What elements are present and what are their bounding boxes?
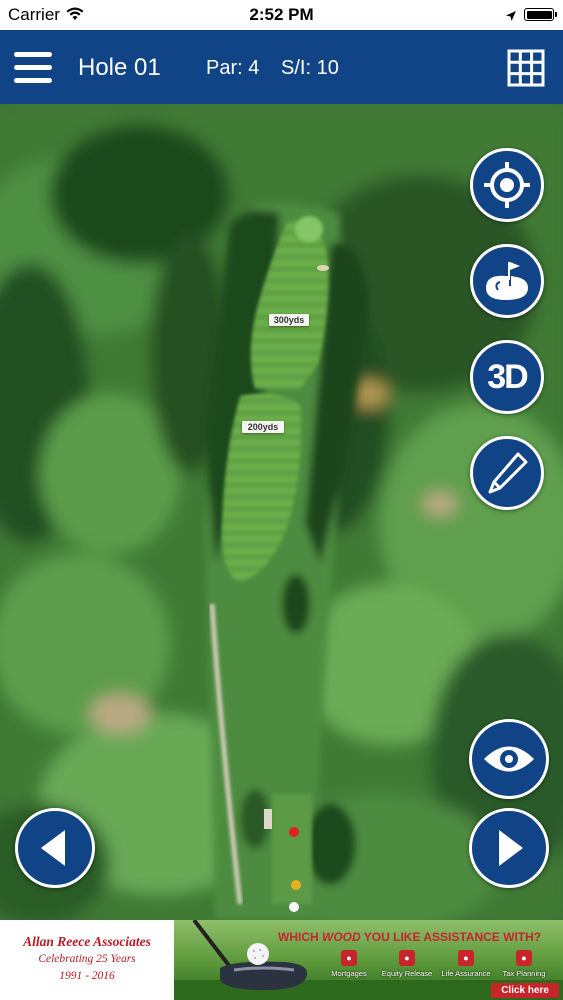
location-arrow-icon — [505, 7, 517, 27]
share-icon: ● — [399, 950, 415, 966]
ad-service-tax-planning: ● Tax Planning — [493, 950, 555, 978]
ad-click-here-button[interactable]: Click here — [491, 983, 559, 998]
green-flag-icon — [486, 262, 528, 300]
ad-headline: WHICH WOOD YOU LIKE ASSISTANCE WITH? — [278, 930, 542, 944]
scorecard-grid-button[interactable] — [507, 49, 545, 87]
yardage-marker-200: 200yds — [242, 421, 284, 433]
ad-company-name: Allan Reece Associates — [23, 934, 151, 949]
ad-service-equity-release: ● Equity Release — [376, 950, 438, 978]
status-bar: Carrier 2:52 PM — [0, 0, 563, 30]
menu-icon — [14, 52, 52, 57]
hole-title: Hole 01 — [78, 54, 161, 81]
par-label: Par: 4 — [206, 57, 260, 79]
locate-button[interactable] — [470, 148, 544, 222]
hole-map[interactable]: 300yds 200yds 3D — [0, 104, 563, 920]
ad-banner[interactable]: Allan Reece Associates Celebrating 25 Ye… — [0, 920, 563, 1000]
eye-icon — [484, 746, 534, 772]
clock: 2:52 PM — [249, 5, 314, 24]
ad-tagline: Celebrating 25 Years — [38, 953, 136, 965]
green-view-button[interactable] — [470, 244, 544, 318]
share-icon: ● — [516, 950, 532, 966]
draw-button[interactable] — [470, 436, 544, 510]
yardage-marker-300: 300yds — [269, 314, 309, 326]
stroke-index-label: S/I: 10 — [281, 57, 339, 79]
ad-service-life-assurance: ● Life Assurance — [435, 950, 497, 978]
prev-arrow-icon — [41, 830, 65, 866]
view-toggle-button[interactable] — [469, 719, 549, 799]
share-icon: ● — [458, 950, 474, 966]
next-arrow-icon — [499, 830, 523, 866]
ad-years: 1991 - 2016 — [59, 970, 115, 982]
grid-icon — [507, 49, 545, 87]
battery-icon — [524, 8, 557, 21]
3d-view-button[interactable]: 3D — [470, 340, 544, 414]
ad-company-panel: Allan Reece Associates Celebrating 25 Ye… — [0, 920, 174, 1000]
3d-view-label: 3D — [487, 357, 528, 396]
aerial-course-image — [0, 104, 563, 920]
next-hole-button[interactable] — [469, 808, 549, 888]
ad-image-panel: WHICH WOOD YOU LIKE ASSISTANCE WITH? ● M… — [174, 920, 563, 1000]
locate-icon — [484, 162, 530, 208]
pencil-icon — [488, 452, 528, 494]
previous-hole-button[interactable] — [15, 808, 95, 888]
ad-service-mortgages: ● Mortgages — [318, 950, 380, 978]
menu-button[interactable] — [14, 50, 54, 86]
share-icon: ● — [341, 950, 357, 966]
hole-header: Hole 01 Par: 4 S/I: 10 — [0, 30, 563, 104]
